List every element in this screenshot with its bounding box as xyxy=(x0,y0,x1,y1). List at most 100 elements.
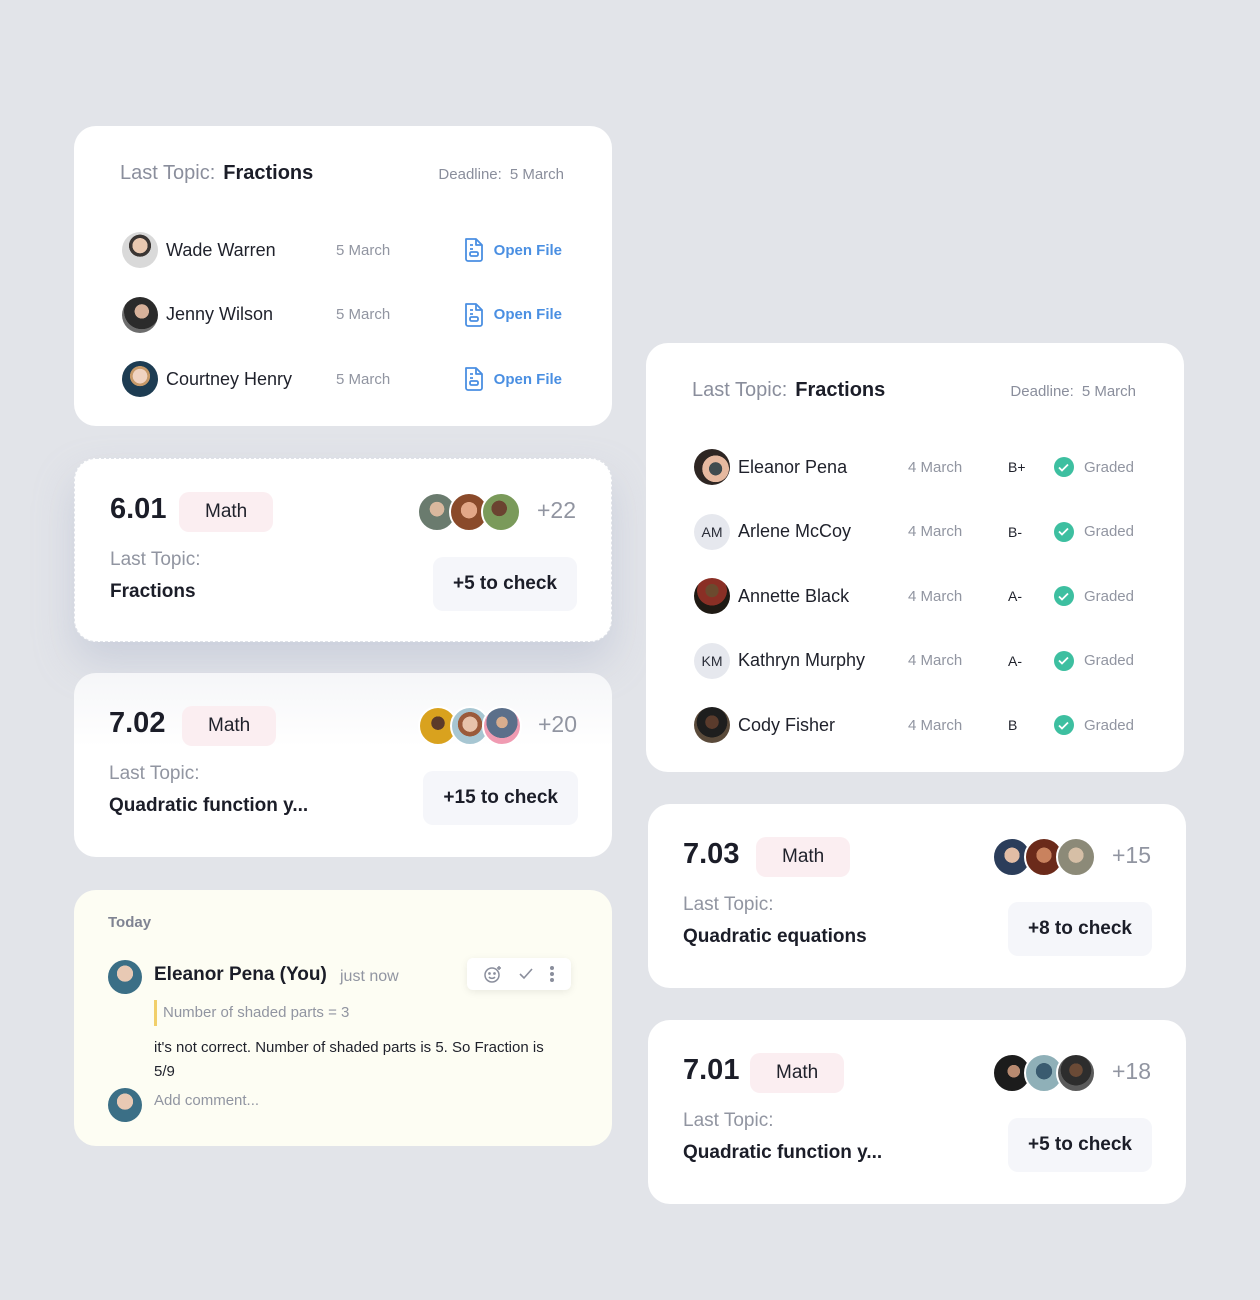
class-card-7-02[interactable]: 7.02 Math Last Topic: Quadratic function… xyxy=(74,673,612,857)
more-options-icon[interactable] xyxy=(549,965,555,983)
grade-row[interactable]: Annette Black 4 March A- Graded xyxy=(694,564,1134,629)
open-file-label: Open File xyxy=(493,306,562,324)
student-name: Wade Warren xyxy=(166,239,276,260)
last-topic-value: Fractions xyxy=(795,379,886,401)
comment-actions xyxy=(467,958,571,990)
avatar xyxy=(1056,837,1096,877)
graded-status: Graded xyxy=(1053,521,1134,542)
subject-badge: Math xyxy=(756,837,851,877)
graded-status: Graded xyxy=(1053,457,1134,478)
avatar xyxy=(694,578,730,615)
class-card-6-01[interactable]: 6.01 Math Last Topic: Fractions +22 +5 t… xyxy=(74,458,612,642)
status-label: Graded xyxy=(1083,652,1134,670)
add-comment-input[interactable] xyxy=(154,1092,534,1109)
check-circle-icon xyxy=(1053,586,1074,607)
grade-value: A- xyxy=(1008,652,1022,669)
author-avatar xyxy=(108,960,142,994)
submission-date: 5 March xyxy=(336,306,391,324)
open-file-label: Open File xyxy=(493,241,562,259)
to-check-button[interactable]: +5 to check xyxy=(1007,1118,1152,1172)
last-topic: Last Topic: Fractions xyxy=(120,162,313,185)
quoted-text: Number of shaded parts = 3 xyxy=(154,1000,349,1026)
current-user-avatar xyxy=(108,1088,142,1122)
graded-status: Graded xyxy=(1053,650,1134,671)
class-card-7-01[interactable]: 7.01 Math Last Topic: Quadratic function… xyxy=(648,1020,1186,1204)
grades-card: Last Topic: Fractions Deadline: 5 March El… xyxy=(646,343,1184,772)
to-check-button[interactable]: +5 to check xyxy=(432,557,577,611)
student-name: Kathryn Murphy xyxy=(738,650,866,671)
graded-status: Graded xyxy=(1053,586,1134,607)
grade-row[interactable]: Cody Fisher 4 March B Graded xyxy=(694,693,1134,758)
comment-card: Today Eleanor Pena (You) just now Number… xyxy=(74,890,612,1146)
subject-badge: Math xyxy=(179,492,274,532)
last-topic-value: Fractions xyxy=(110,581,196,602)
resolve-check-icon[interactable] xyxy=(518,967,534,981)
last-topic-label: Last Topic: xyxy=(109,763,200,784)
open-file-button[interactable]: Open File xyxy=(462,302,562,328)
check-circle-icon xyxy=(1053,457,1074,478)
file-icon xyxy=(464,238,483,263)
grades-list: Eleanor Pena 4 March B+ Graded AM Arlene… xyxy=(694,435,1134,758)
to-check-button[interactable]: +15 to check xyxy=(423,771,578,825)
last-topic-value: Quadratic function y... xyxy=(109,795,309,816)
avatar xyxy=(694,707,730,744)
student-name: Eleanor Pena xyxy=(738,456,848,477)
status-label: Graded xyxy=(1083,716,1134,734)
comment-time: just now xyxy=(340,968,399,985)
student-name: Annette Black xyxy=(738,585,850,606)
to-check-button[interactable]: +8 to check xyxy=(1007,902,1152,956)
check-circle-icon xyxy=(1053,521,1074,542)
graded-status: Graded xyxy=(1053,715,1134,736)
last-topic-value: Quadratic equations xyxy=(683,926,867,947)
deadline-value: 5 March xyxy=(1081,383,1136,400)
submission-row: Wade Warren 5 March Open File xyxy=(122,218,562,283)
grade-value: B+ xyxy=(1008,459,1026,476)
check-circle-icon xyxy=(1053,650,1074,671)
status-label: Graded xyxy=(1083,523,1134,541)
class-number: 7.02 xyxy=(109,707,166,739)
last-topic-label: Last Topic: xyxy=(683,894,774,915)
deadline: Deadline: 5 March xyxy=(1010,383,1136,400)
submissions-header: Last Topic: Fractions Deadline: 5 March xyxy=(120,162,564,185)
class-card-7-03[interactable]: 7.03 Math Last Topic: Quadratic equation… xyxy=(648,804,1186,988)
student-avatars xyxy=(418,706,522,746)
grade-row[interactable]: Eleanor Pena 4 March B+ Graded xyxy=(694,435,1134,500)
class-number: 7.01 xyxy=(683,1054,740,1086)
section-label: Today xyxy=(108,914,152,931)
avatar-initials: KM xyxy=(694,642,730,679)
submission-date: 4 March xyxy=(908,652,963,670)
grade-row[interactable]: KM Kathryn Murphy 4 March A- Graded xyxy=(694,629,1134,694)
add-reaction-icon[interactable] xyxy=(483,964,503,984)
file-icon xyxy=(464,302,483,327)
student-name: Jenny Wilson xyxy=(166,304,274,325)
avatar xyxy=(1056,1053,1096,1093)
grade-value: B- xyxy=(1008,523,1022,540)
last-topic-label: Last Topic: xyxy=(683,1110,774,1131)
deadline-label: Deadline: xyxy=(438,166,502,183)
student-name: Cody Fisher xyxy=(738,714,836,735)
check-circle-icon xyxy=(1053,715,1074,736)
last-topic-value: Fractions xyxy=(223,162,314,184)
deadline-value: 5 March xyxy=(509,166,564,183)
last-topic-label: Last Topic: xyxy=(110,549,201,570)
last-topic-value: Quadratic function y... xyxy=(683,1142,883,1163)
submission-date: 5 March xyxy=(336,370,391,388)
avatar xyxy=(694,449,730,486)
extra-students-count: +15 xyxy=(1111,842,1151,868)
submission-date: 4 March xyxy=(908,716,963,734)
student-name: Arlene McCoy xyxy=(738,521,852,542)
extra-students-count: +18 xyxy=(1111,1058,1151,1084)
open-file-button[interactable]: Open File xyxy=(462,237,562,263)
avatar xyxy=(122,232,158,269)
submission-date: 4 March xyxy=(908,587,963,605)
submission-date: 5 March xyxy=(336,241,391,259)
last-topic-label: Last Topic: xyxy=(120,162,216,184)
student-avatars xyxy=(417,492,521,532)
submission-list: Wade Warren 5 March Open File Jenny Wils… xyxy=(122,218,562,412)
student-name: Courtney Henry xyxy=(166,368,293,389)
last-topic: Last Topic: Fractions xyxy=(692,379,885,402)
open-file-button[interactable]: Open File xyxy=(462,366,562,392)
grade-row[interactable]: AM Arlene McCoy 4 March B- Graded xyxy=(694,500,1134,565)
extra-students-count: +22 xyxy=(536,497,576,523)
subject-badge: Math xyxy=(750,1053,845,1093)
